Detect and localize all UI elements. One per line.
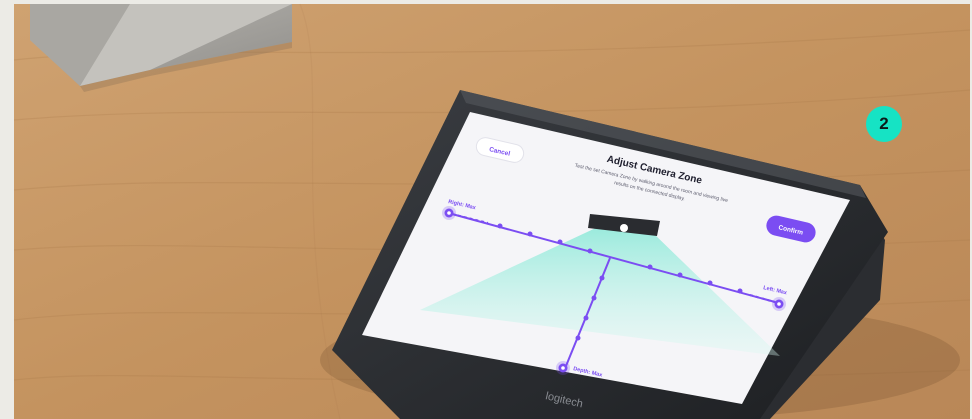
photo-scene: Cancel Confirm Adjust Camera Zone Test t… bbox=[0, 0, 972, 419]
right-max-handle bbox=[442, 206, 456, 220]
scene-illustration: Cancel Confirm Adjust Camera Zone Test t… bbox=[0, 0, 972, 419]
step-number-badge: 2 bbox=[866, 106, 902, 142]
depth-max-handle bbox=[556, 361, 570, 375]
left-max-handle bbox=[772, 297, 786, 311]
